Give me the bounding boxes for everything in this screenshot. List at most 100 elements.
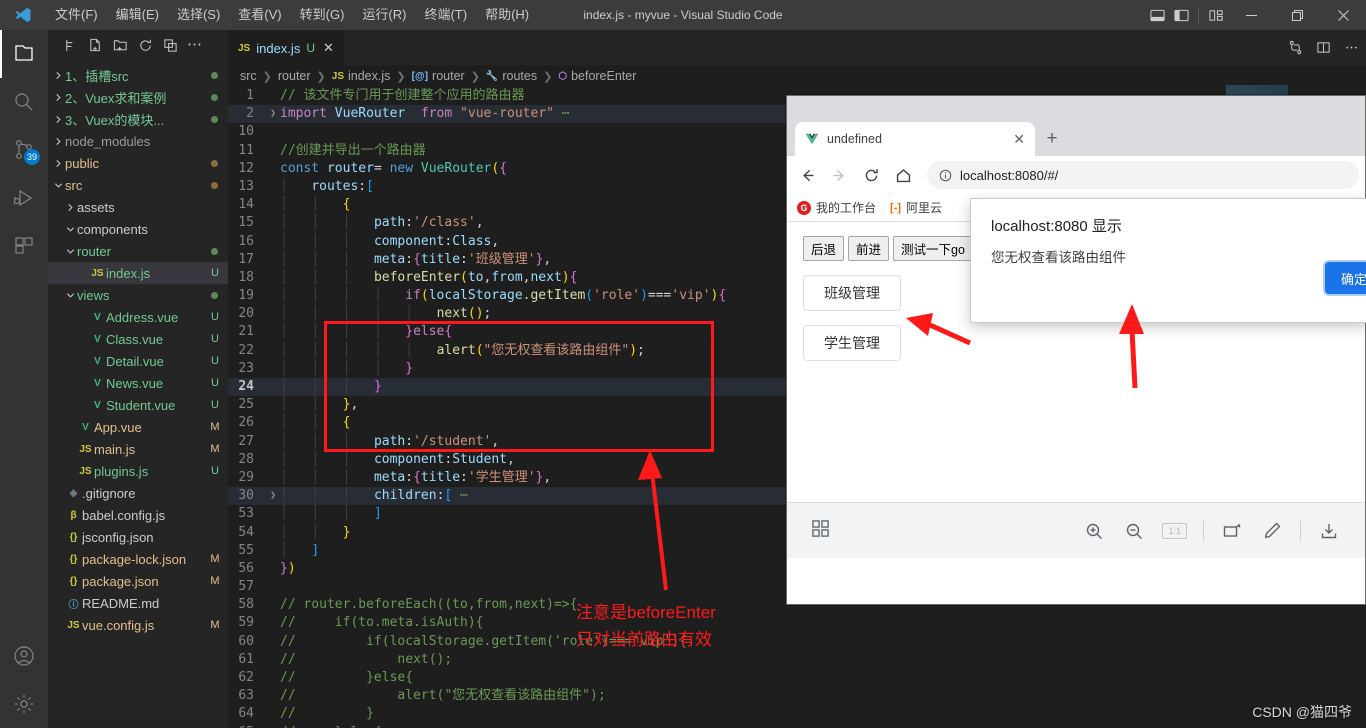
fold-indicator[interactable]: [266, 269, 280, 287]
grid-icon[interactable]: [811, 519, 830, 543]
fold-indicator[interactable]: [266, 705, 280, 723]
fold-indicator[interactable]: [266, 123, 280, 141]
page-back-button[interactable]: 后退: [803, 236, 845, 261]
activity-item-explorer[interactable]: [0, 30, 48, 78]
fold-indicator[interactable]: [266, 451, 280, 469]
fold-indicator[interactable]: [266, 596, 280, 614]
tree-item[interactable]: JS main.js M: [48, 438, 228, 460]
breadcrumb-item[interactable]: 🔧 routes: [486, 69, 537, 83]
tree-item[interactable]: node_modules: [48, 130, 228, 152]
fold-indicator[interactable]: [266, 178, 280, 196]
fold-indicator[interactable]: [266, 578, 280, 596]
activity-item-run-debug[interactable]: [0, 174, 48, 222]
tree-item[interactable]: V Student.vue U: [48, 394, 228, 416]
file-tree[interactable]: 1、插槽src 2、Vuex求和案例 3、Vuex的模块... node_module…: [48, 60, 228, 636]
code-line[interactable]: 59 // if(to.meta.isAuth){: [228, 614, 1366, 632]
fold-indicator[interactable]: [266, 160, 280, 178]
menu-file[interactable]: 文件(F): [46, 0, 107, 30]
fold-indicator[interactable]: [266, 305, 280, 323]
new-file-icon[interactable]: [87, 37, 103, 53]
browser-tab[interactable]: undefined ✕: [795, 122, 1035, 156]
maximize-button[interactable]: [1274, 0, 1320, 30]
tree-item[interactable]: V Address.vue U: [48, 306, 228, 328]
tree-item[interactable]: ⓘ README.md: [48, 592, 228, 614]
tree-item[interactable]: 3、Vuex的模块...: [48, 108, 228, 130]
fold-indicator[interactable]: [266, 142, 280, 160]
fold-indicator[interactable]: [266, 196, 280, 214]
tree-item[interactable]: {} jsconfig.json: [48, 526, 228, 548]
fold-indicator[interactable]: ❯: [266, 105, 280, 123]
new-tab-button[interactable]: +: [1035, 122, 1069, 156]
tree-item[interactable]: V News.vue U: [48, 372, 228, 394]
fold-indicator[interactable]: ❯: [266, 487, 280, 505]
tree-item[interactable]: public: [48, 152, 228, 174]
address-bar[interactable]: localhost:8080/#/: [927, 161, 1359, 189]
sidebar-layout-icon[interactable]: [1169, 0, 1193, 30]
fold-indicator[interactable]: [266, 251, 280, 269]
back-button[interactable]: [793, 161, 821, 189]
menu-view[interactable]: 查看(V): [229, 0, 290, 30]
menu-terminal[interactable]: 终端(T): [415, 0, 476, 30]
breadcrumb-item[interactable]: JS index.js: [332, 69, 391, 83]
fold-indicator[interactable]: [266, 633, 280, 651]
tree-item[interactable]: V Detail.vue U: [48, 350, 228, 372]
tree-item[interactable]: 2、Vuex求和案例: [48, 86, 228, 108]
fold-indicator[interactable]: [266, 560, 280, 578]
breadcrumb-item[interactable]: ⬡ beforeEnter: [558, 69, 636, 83]
code-line[interactable]: 62 // }else{: [228, 669, 1366, 687]
fold-indicator[interactable]: [266, 214, 280, 232]
browser-tab-close-icon[interactable]: ✕: [1013, 131, 1025, 148]
tree-item[interactable]: router: [48, 240, 228, 262]
zoom-out-icon[interactable]: [1122, 519, 1146, 543]
fold-indicator[interactable]: [266, 396, 280, 414]
tree-item[interactable]: assets: [48, 196, 228, 218]
new-folder-icon[interactable]: [112, 37, 128, 53]
fold-indicator[interactable]: [266, 651, 280, 669]
fold-indicator[interactable]: [266, 505, 280, 523]
code-line[interactable]: 60 // if(localStorage.getItem('role')==='…: [228, 633, 1366, 651]
tree-item[interactable]: {} package.json M: [48, 570, 228, 592]
bookmark-item[interactable]: G 我的工作台: [797, 199, 876, 216]
dialog-ok-button[interactable]: 确定: [1325, 262, 1366, 294]
tree-item[interactable]: 1、插槽src: [48, 64, 228, 86]
tree-item[interactable]: JS vue.config.js M: [48, 614, 228, 636]
tree-item[interactable]: ◈ .gitignore: [48, 482, 228, 504]
activity-item-extensions[interactable]: [0, 222, 48, 270]
page-nav-class-management[interactable]: 班级管理: [803, 275, 901, 311]
breadcrumb[interactable]: src ❯ router ❯ JS index.js ❯ [@] router ❯ 🔧 routes ❯…: [228, 65, 1366, 87]
breadcrumb-item[interactable]: src: [240, 69, 257, 83]
fold-indicator[interactable]: [266, 469, 280, 487]
home-button[interactable]: [889, 161, 917, 189]
tree-item[interactable]: V App.vue M: [48, 416, 228, 438]
code-line[interactable]: 63 // alert("您无权查看该路由组件");: [228, 687, 1366, 705]
menu-go[interactable]: 转到(G): [291, 0, 354, 30]
code-line[interactable]: 61 // next();: [228, 651, 1366, 669]
activity-item-settings[interactable]: [0, 680, 48, 728]
save-icon[interactable]: [1317, 519, 1341, 543]
activity-item-search[interactable]: [0, 78, 48, 126]
code-line[interactable]: 65 // }else{: [228, 724, 1366, 728]
zoom-in-icon[interactable]: [1082, 519, 1106, 543]
tree-item[interactable]: JS index.js U: [48, 262, 228, 284]
activity-item-account[interactable]: [0, 632, 48, 680]
menu-selection[interactable]: 选择(S): [168, 0, 229, 30]
tree-item[interactable]: V Class.vue U: [48, 328, 228, 350]
breadcrumb-item[interactable]: router: [278, 69, 311, 83]
fold-indicator[interactable]: [266, 414, 280, 432]
fold-indicator[interactable]: [266, 342, 280, 360]
minimize-button[interactable]: [1228, 0, 1274, 30]
tree-item[interactable]: β babel.config.js: [48, 504, 228, 526]
close-button[interactable]: [1320, 0, 1366, 30]
page-forward-button[interactable]: 前进: [848, 236, 890, 261]
split-editor-icon[interactable]: [1286, 39, 1304, 57]
customize-layout-icon[interactable]: [1204, 0, 1228, 30]
fold-indicator[interactable]: [266, 87, 280, 105]
fold-indicator[interactable]: [266, 669, 280, 687]
activity-item-source-control[interactable]: 39: [0, 126, 48, 174]
editor-more-actions-icon[interactable]: [1342, 39, 1360, 57]
fold-indicator[interactable]: [266, 287, 280, 305]
tab-close-icon[interactable]: ✕: [323, 40, 334, 56]
tree-item[interactable]: src: [48, 174, 228, 196]
fold-indicator[interactable]: [266, 433, 280, 451]
menu-run[interactable]: 运行(R): [353, 0, 415, 30]
